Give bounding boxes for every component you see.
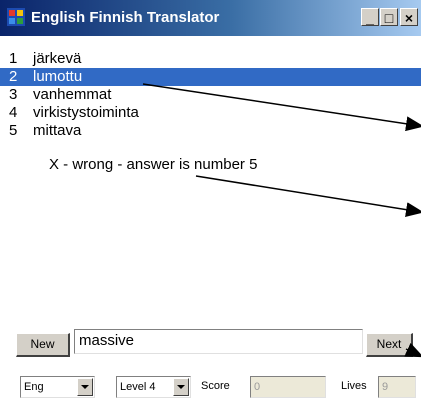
close-button[interactable]: × — [400, 8, 418, 26]
item-number: 1 — [9, 50, 18, 67]
level-value: Level 4 — [120, 381, 156, 393]
answer-list[interactable]: 1 järkevä 2 lumottu 3 vanhemmat 4 virkis… — [0, 50, 421, 140]
chevron-down-icon[interactable] — [173, 378, 189, 396]
item-word: vanhemmat — [33, 86, 112, 103]
item-word: järkevä — [33, 50, 82, 67]
item-word: lumottu — [33, 68, 83, 85]
title-bar[interactable]: English Finnish Translator _ □ × — [0, 0, 421, 36]
score-label: Score — [201, 380, 230, 392]
level-select[interactable]: Level 4 — [116, 376, 191, 398]
lives-label: Lives — [341, 380, 367, 392]
language-value: Eng — [24, 381, 44, 393]
language-select[interactable]: Eng — [20, 376, 95, 398]
new-button[interactable]: New — [16, 333, 70, 357]
item-word: mittava — [33, 122, 82, 139]
app-icon — [7, 8, 25, 26]
list-item[interactable]: 3 vanhemmat — [0, 86, 421, 104]
window-title: English Finnish Translator — [31, 9, 220, 26]
item-number: 3 — [9, 86, 18, 103]
answer-input[interactable]: massive — [74, 329, 363, 354]
minimize-button[interactable]: _ — [361, 8, 379, 26]
list-item[interactable]: 1 järkevä — [0, 50, 421, 68]
lives-field: 9 — [378, 376, 416, 398]
item-word: virkistystoiminta — [33, 104, 139, 121]
list-item[interactable]: 4 virkistystoiminta — [0, 104, 421, 122]
item-number: 5 — [9, 122, 18, 139]
item-number: 2 — [9, 68, 18, 85]
item-number: 4 — [9, 104, 18, 121]
list-item-selected[interactable]: 2 lumottu — [0, 68, 421, 86]
list-item[interactable]: 5 mittava — [0, 122, 421, 140]
chevron-down-icon[interactable] — [77, 378, 93, 396]
next-button[interactable]: Next — [366, 333, 413, 357]
maximize-button[interactable]: □ — [380, 8, 398, 26]
score-field: 0 — [250, 376, 326, 398]
application-window: English Finnish Translator _ □ × 1 järke… — [0, 0, 421, 410]
feedback-message: X - wrong - answer is number 5 — [49, 156, 258, 173]
